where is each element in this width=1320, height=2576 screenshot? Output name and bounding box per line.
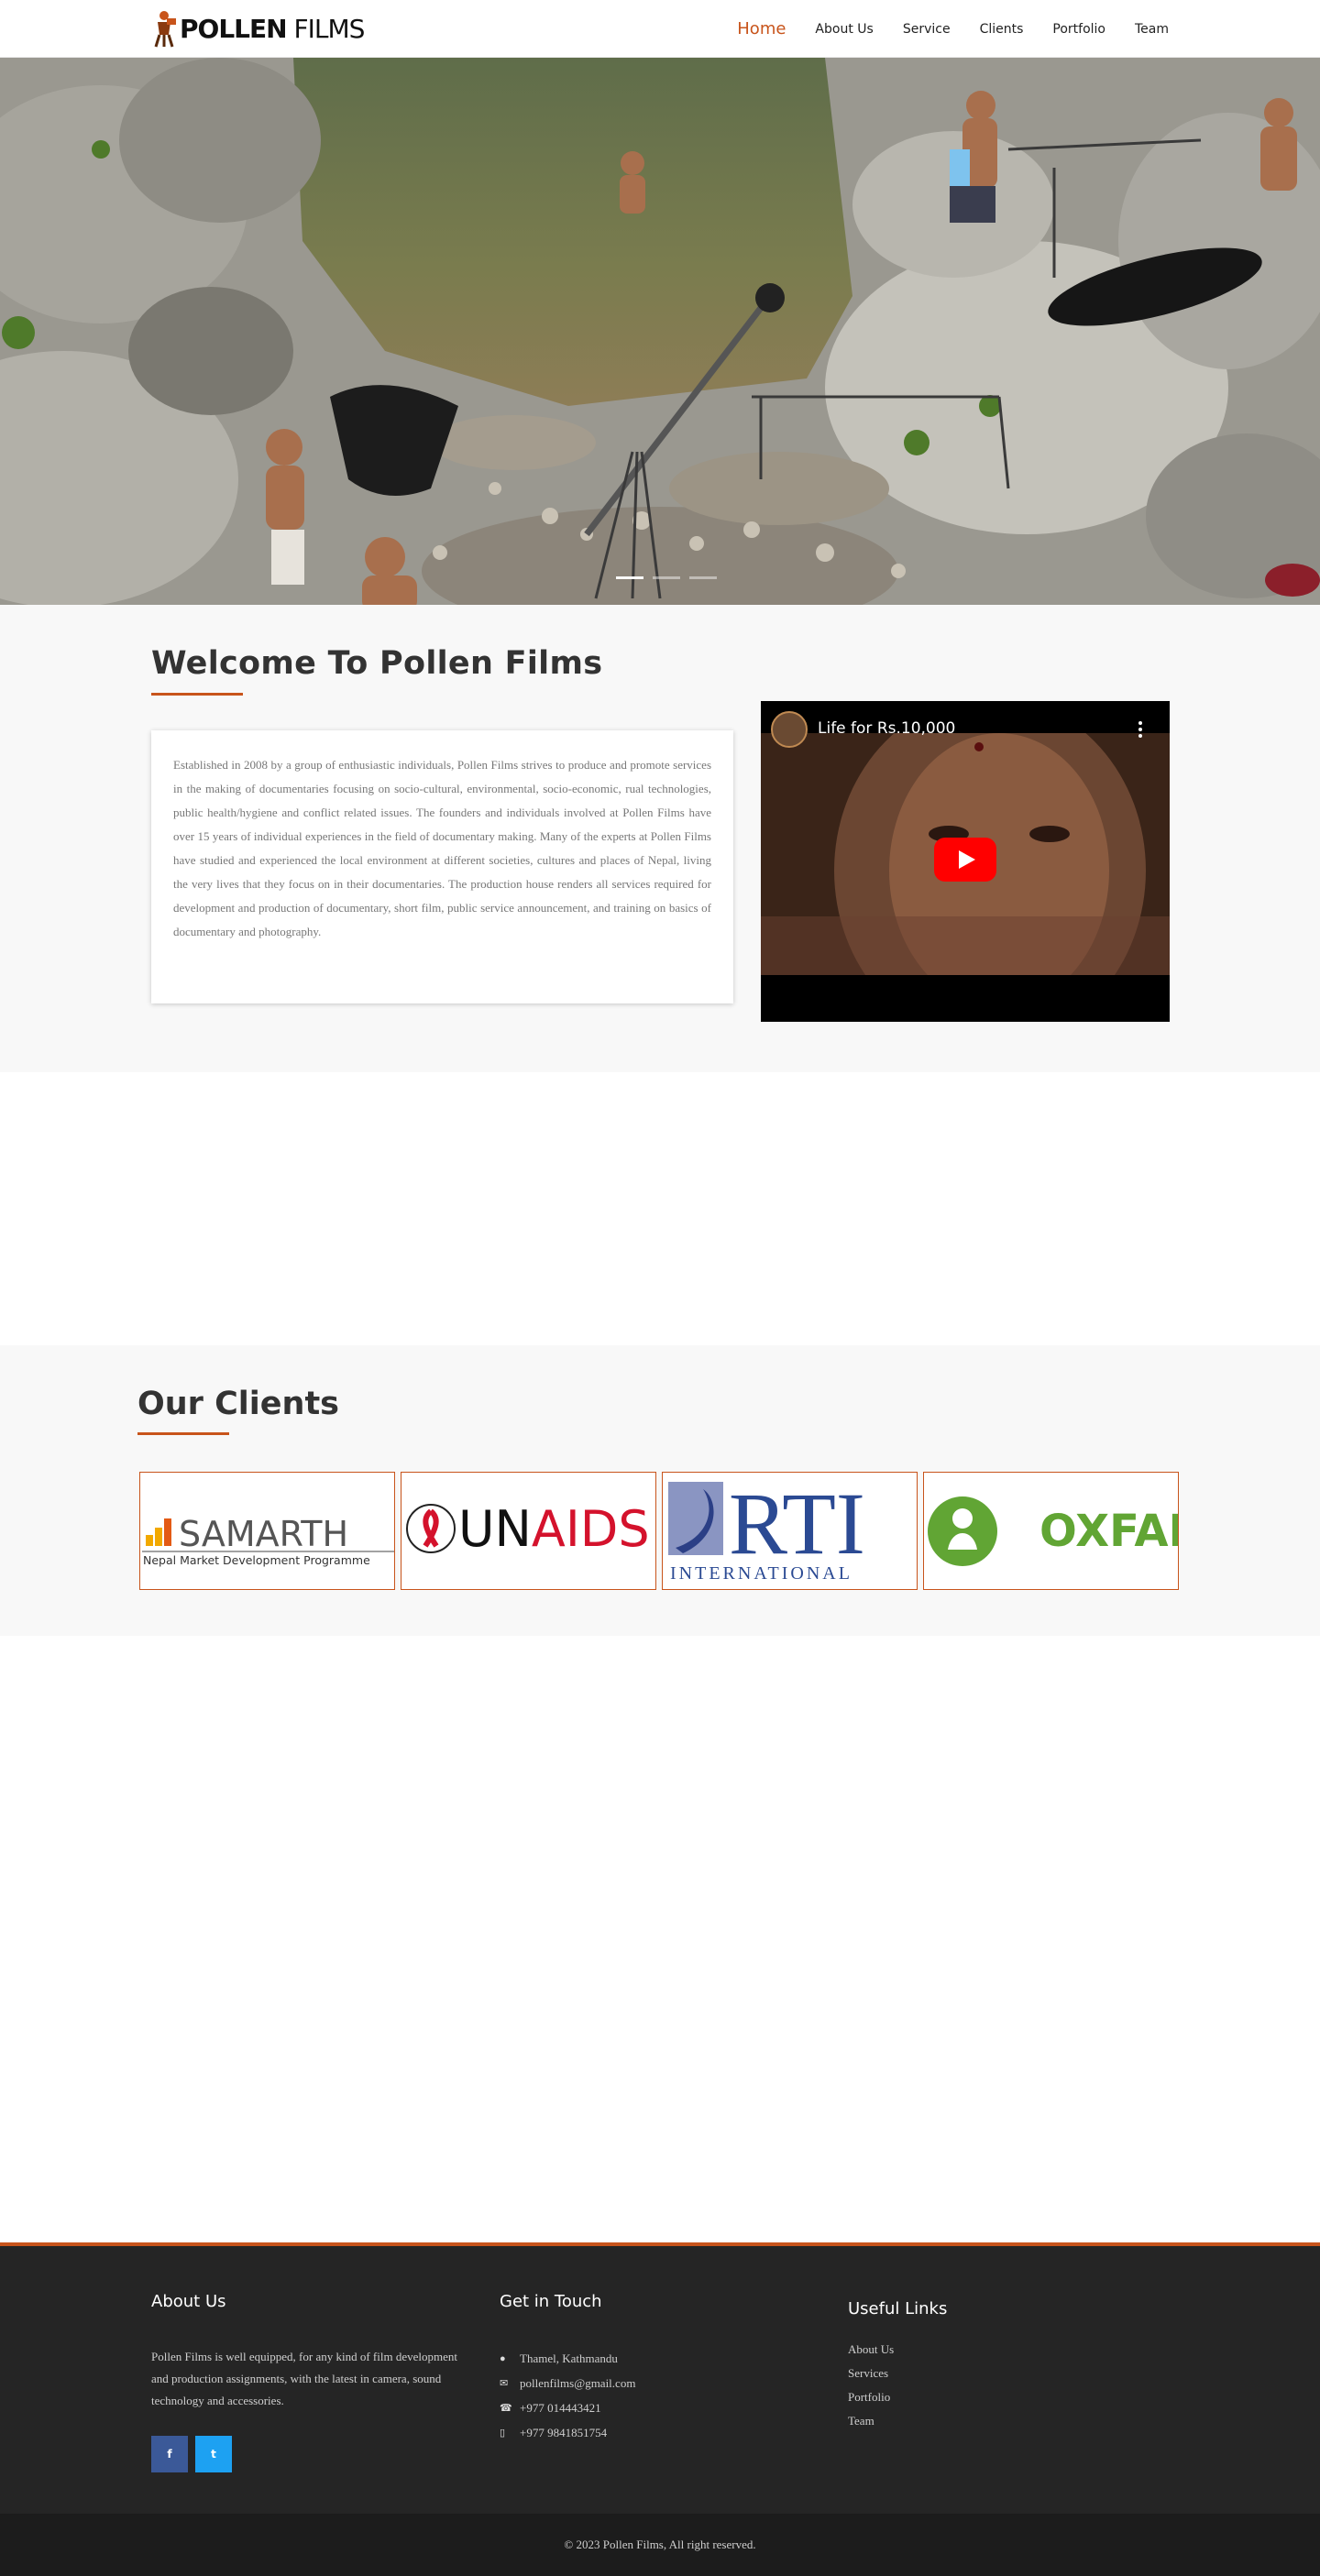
footer-link-about-us[interactable]: About Us [848, 2342, 1141, 2366]
client-logos: SAMARTH Nepal Market Development Program… [139, 1472, 1179, 1590]
copyright-text: © 2023 Pollen Films, All right reserved. [564, 2538, 756, 2551]
footer-about-text: Pollen Films is well equipped, for any k… [151, 2350, 457, 2407]
nav-service[interactable]: Service [903, 22, 951, 37]
copyright-bar: © 2023 Pollen Films, All right reserved. [0, 2514, 1320, 2576]
samarth-name: SAMARTH [179, 1514, 348, 1554]
map-pin-icon: ● [500, 2352, 506, 2364]
footer-link-services[interactable]: Services [848, 2366, 1141, 2390]
brand-bold: POLLEN [180, 13, 288, 44]
footer-link-team[interactable]: Team [848, 2414, 1141, 2438]
rti-name: RTI [729, 1474, 865, 1573]
channel-avatar[interactable] [771, 711, 808, 748]
clients-section: Our Clients SAMARTH Nepal Market Develop… [0, 1345, 1320, 1636]
contact-email[interactable]: ✉ pollenfilms@gmail.com [500, 2371, 793, 2395]
about-text: Established in 2008 by a group of enthus… [173, 758, 711, 938]
rti-tagline: INTERNATIONAL [670, 1563, 852, 1584]
footer-about-title: About Us [151, 2292, 226, 2311]
welcome-title: Welcome To Pollen Films [151, 645, 603, 682]
footer: About Us Pollen Films is well equipped, … [0, 2242, 1320, 2514]
title-underline [138, 1432, 229, 1435]
contact-address: ● Thamel, Kathmandu [500, 2351, 618, 2365]
client-logo-unaids[interactable]: UNAIDS [401, 1472, 656, 1590]
slider-dot[interactable] [616, 576, 644, 579]
nav-about-us[interactable]: About Us [815, 22, 873, 37]
footer-about: About Us Pollen Films is well equipped, … [151, 2292, 468, 2472]
footer-contact-title: Get in Touch [500, 2292, 602, 2311]
title-underline [151, 693, 243, 696]
navbar: POLLEN FILMS Home About Us Service Clien… [0, 0, 1320, 58]
nav-home[interactable]: Home [737, 19, 786, 38]
youtube-video[interactable]: Life for Rs.10,000 [761, 701, 1170, 1022]
clients-title: Our Clients [138, 1386, 340, 1422]
more-options-icon[interactable] [1138, 721, 1142, 740]
client-logo-rti[interactable]: RTI INTERNATIONAL [662, 1472, 918, 1590]
nav-portfolio[interactable]: Portfolio [1052, 22, 1106, 37]
footer-links-title: Useful Links [848, 2299, 948, 2318]
contact-list: ● Thamel, Kathmandu ✉ pollenfilms@gmail.co… [500, 2346, 793, 2445]
about-card: Established in 2008 by a group of enthus… [151, 730, 733, 1003]
twitter-icon[interactable]: t [195, 2436, 232, 2472]
useful-links: About Us Services Portfolio Team [848, 2342, 1141, 2438]
hero-slider[interactable] [0, 58, 1320, 605]
oxfam-name: OXFAM [1040, 1506, 1179, 1557]
welcome-section: Welcome To Pollen Films Established in 2… [0, 605, 1320, 1072]
social-links: f t [151, 2436, 468, 2472]
footer-link-portfolio[interactable]: Portfolio [848, 2390, 1141, 2414]
main-menu: Home About Us Service Clients Portfolio … [737, 0, 1169, 58]
nav-clients[interactable]: Clients [980, 22, 1024, 37]
slider-dots [616, 576, 717, 579]
site-logo[interactable]: POLLEN FILMS [151, 7, 365, 49]
slider-dot[interactable] [689, 576, 717, 579]
nav-team[interactable]: Team [1135, 22, 1169, 37]
client-logo-samarth[interactable]: SAMARTH Nepal Market Development Program… [139, 1472, 395, 1590]
unaids-red: AIDS [532, 1500, 650, 1558]
brand-light: FILMS [286, 13, 365, 44]
footer-links: Useful Links About Us Services Portfolio… [848, 2299, 1141, 2438]
video-title[interactable]: Life for Rs.10,000 [818, 719, 955, 738]
envelope-icon: ✉ [500, 2378, 509, 2389]
unaids-black: UN [458, 1500, 532, 1558]
mobile-icon: ▯ [500, 2428, 506, 2439]
play-button[interactable] [934, 838, 996, 882]
client-logo-oxfam[interactable]: OXFAM [923, 1472, 1179, 1590]
hero-image [0, 58, 1320, 605]
svg-text:UNAIDS: UNAIDS [458, 1500, 650, 1558]
phone-icon: ☎ [500, 2403, 512, 2414]
slider-dot[interactable] [653, 576, 680, 579]
facebook-icon[interactable]: f [151, 2436, 188, 2472]
filmmaker-logo-icon [151, 9, 177, 48]
contact-mobile[interactable]: ▯ +977 9841851754 [500, 2420, 793, 2445]
footer-contact: Get in Touch ● Thamel, Kathmandu ✉ pollenf… [500, 2292, 793, 2445]
samarth-tagline: Nepal Market Development Programme [143, 1553, 370, 1567]
contact-phone[interactable]: ☎ +977 014443421 [500, 2395, 793, 2420]
